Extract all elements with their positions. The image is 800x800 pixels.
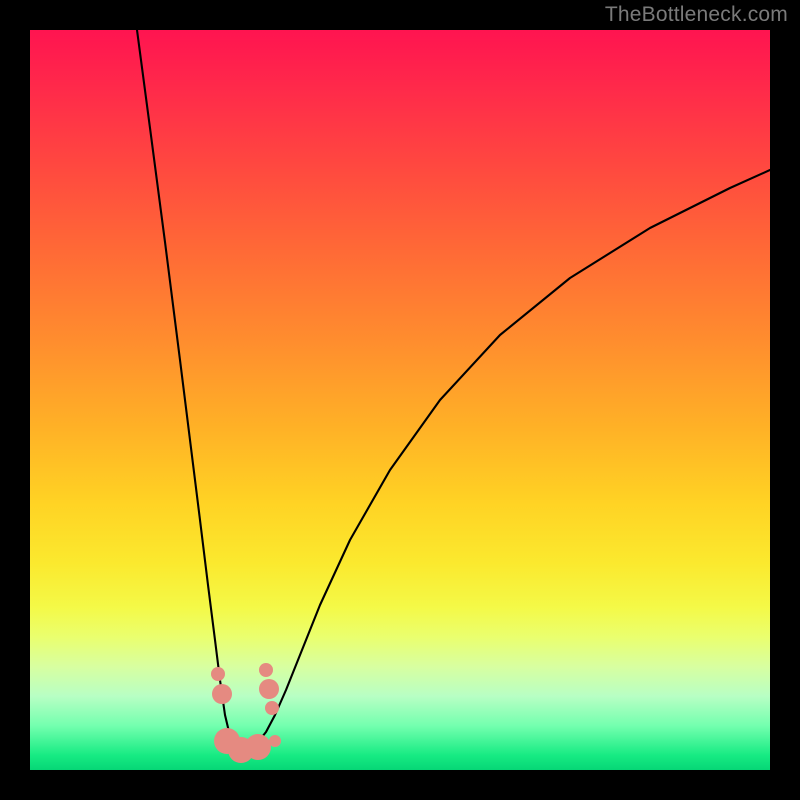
data-marker-1: [212, 684, 232, 704]
watermark-text: TheBottleneck.com: [605, 3, 788, 27]
data-marker-4: [265, 701, 279, 715]
data-marker-7: [245, 734, 271, 760]
data-marker-2: [259, 663, 273, 677]
data-marker-3: [259, 679, 279, 699]
plot-area: [30, 30, 770, 770]
marker-layer: [30, 30, 770, 770]
data-marker-8: [269, 735, 281, 747]
data-marker-0: [211, 667, 225, 681]
outer-frame: TheBottleneck.com: [0, 0, 800, 800]
